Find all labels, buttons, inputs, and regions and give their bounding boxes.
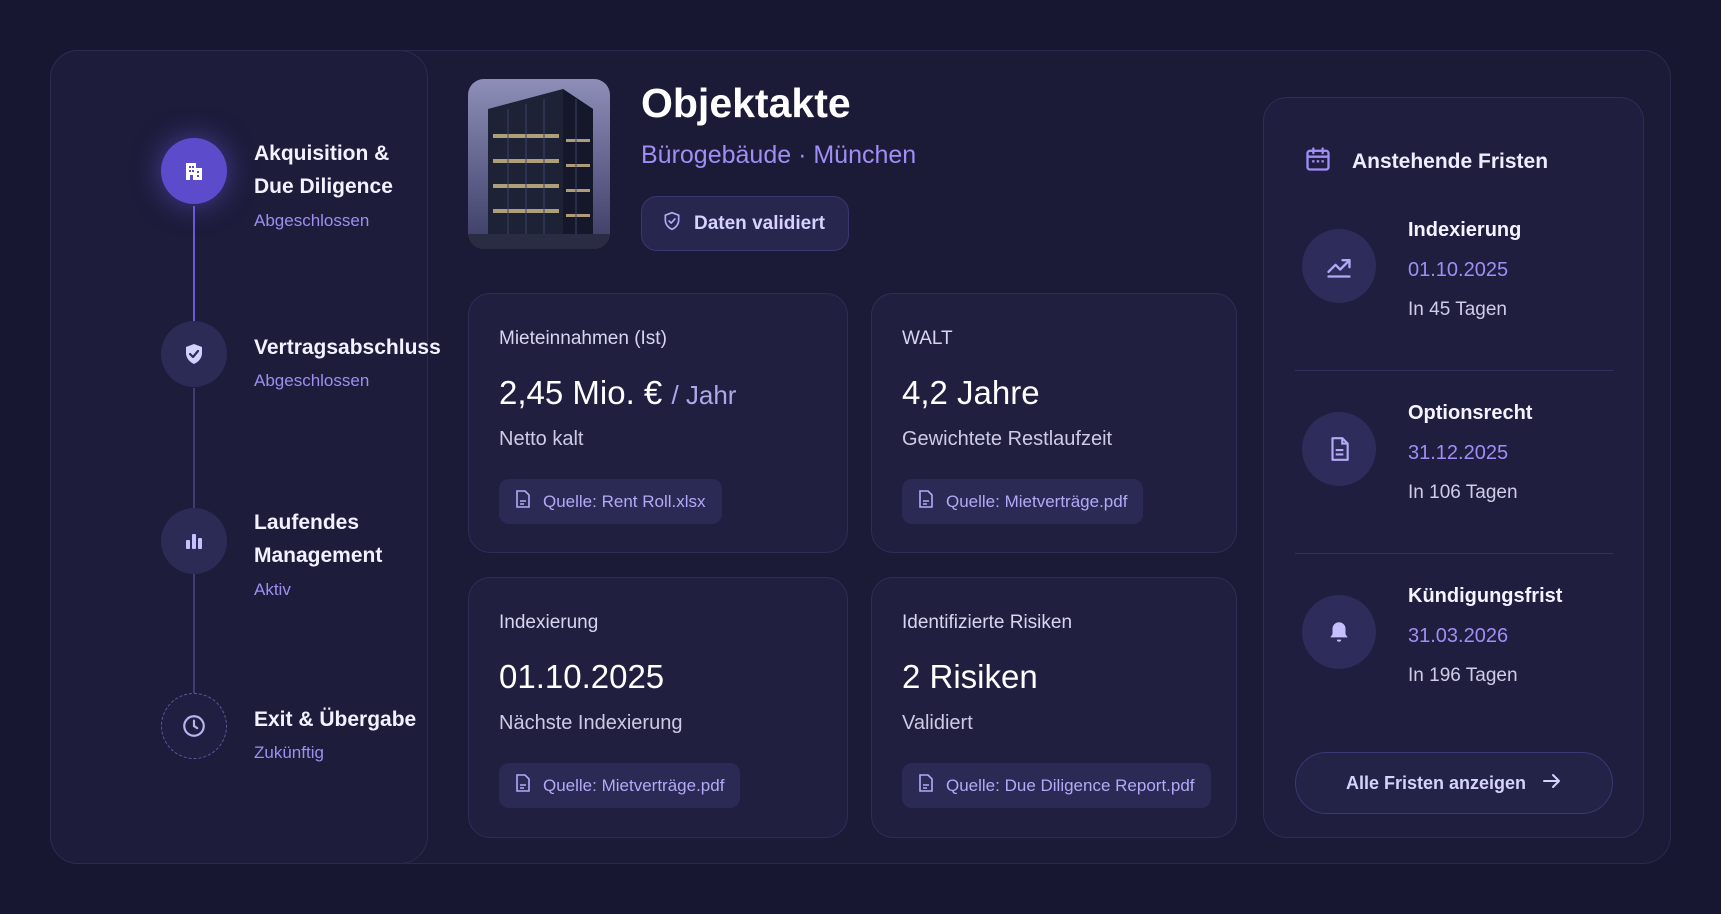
validated-badge-label: Daten validiert — [694, 212, 825, 234]
deadline-item-termination[interactable]: Kündigungsfrist 31.03.2026 In 196 Tagen — [1264, 568, 1645, 718]
file-icon — [515, 490, 531, 513]
validated-badge[interactable]: Daten validiert — [641, 196, 849, 251]
card-value: 4,2 Jahre — [902, 374, 1040, 411]
deadlines-title: Anstehende Fristen — [1352, 150, 1549, 173]
building-icon — [161, 138, 227, 204]
shield-check-icon — [662, 211, 682, 237]
step-status: Aktiv — [254, 580, 291, 599]
clock-icon — [161, 693, 227, 759]
file-icon — [515, 774, 531, 797]
lifecycle-timeline: Akquisition & Due Diligence Abgeschlosse… — [50, 50, 441, 864]
timeline-connector — [193, 388, 195, 528]
page-title: Objektakte — [641, 80, 851, 126]
arrow-right-icon — [1542, 773, 1562, 794]
page-subtitle: Bürogebäude · München — [641, 141, 917, 169]
show-all-deadlines-button[interactable]: Alle Fristen anzeigen — [1295, 752, 1613, 814]
file-icon — [918, 490, 934, 513]
bar-chart-icon — [161, 508, 227, 574]
source-link[interactable]: Quelle: Mietverträge.pdf — [499, 763, 741, 808]
deadline-item-indexation[interactable]: Indexierung 01.10.2025 In 45 Tagen — [1264, 202, 1645, 352]
deadline-date: 31.12.2025 — [1408, 442, 1509, 464]
deadlines-header: Anstehende Fristen — [1304, 145, 1548, 179]
step-status: Abgeschlossen — [254, 211, 370, 230]
card-rental-income: Mieteinnahmen (Ist) 2,45 Mio. € / Jahr N… — [468, 293, 848, 553]
card-label: Indexierung — [499, 612, 599, 633]
file-icon — [918, 774, 934, 797]
deadline-title: Optionsrecht — [1408, 402, 1533, 424]
card-note: Validiert — [902, 712, 973, 734]
card-note: Netto kalt — [499, 428, 584, 450]
timeline-connector — [193, 573, 195, 703]
card-label: Identifizierte Risiken — [902, 612, 1073, 633]
deadline-days: In 106 Tagen — [1408, 482, 1518, 503]
deadline-days: In 45 Tagen — [1408, 299, 1507, 320]
step-title: Laufendes Management — [254, 511, 383, 567]
card-note: Gewichtete Restlaufzeit — [902, 428, 1113, 450]
bell-icon — [1302, 595, 1376, 669]
step-status: Zukünftig — [254, 743, 324, 762]
divider — [1295, 553, 1613, 554]
card-walt: WALT 4,2 Jahre Gewichtete Restlaufzeit Q… — [871, 293, 1237, 553]
deadline-date: 01.10.2025 — [1408, 259, 1509, 281]
card-note: Nächste Indexierung — [499, 712, 683, 734]
document-icon — [1302, 412, 1376, 486]
card-label: Mieteinnahmen (Ist) — [499, 328, 667, 349]
deadline-title: Indexierung — [1408, 219, 1522, 241]
step-title: Akquisition & Due Diligence — [254, 142, 393, 198]
card-label: WALT — [902, 328, 953, 349]
deadline-date: 31.03.2026 — [1408, 625, 1509, 647]
source-link[interactable]: Quelle: Rent Roll.xlsx — [499, 479, 722, 524]
card-risks: Identifizierte Risiken 2 Risiken Validie… — [871, 577, 1237, 838]
source-link[interactable]: Quelle: Mietverträge.pdf — [902, 479, 1144, 524]
step-title: Vertragsabschluss — [254, 336, 441, 359]
trend-up-icon — [1302, 229, 1376, 303]
card-indexation: Indexierung 01.10.2025 Nächste Indexieru… — [468, 577, 848, 838]
card-value: 01.10.2025 — [499, 658, 665, 695]
deadline-days: In 196 Tagen — [1408, 665, 1518, 686]
calendar-icon — [1304, 145, 1332, 179]
source-link[interactable]: Quelle: Due Diligence Report.pdf — [902, 763, 1211, 808]
step-status: Abgeschlossen — [254, 371, 370, 390]
deadlines-panel: Anstehende Fristen Indexierung 01.10.202… — [1263, 97, 1644, 838]
card-value: 2,45 Mio. € / Jahr — [499, 374, 737, 411]
card-value: 2 Risiken — [902, 658, 1038, 695]
divider — [1295, 370, 1613, 371]
shield-check-icon — [161, 321, 227, 387]
deadline-item-option[interactable]: Optionsrecht 31.12.2025 In 106 Tagen — [1264, 385, 1645, 535]
step-title: Exit & Übergabe — [254, 708, 417, 731]
deadline-title: Kündigungsfrist — [1408, 585, 1563, 607]
building-photo — [468, 79, 610, 249]
